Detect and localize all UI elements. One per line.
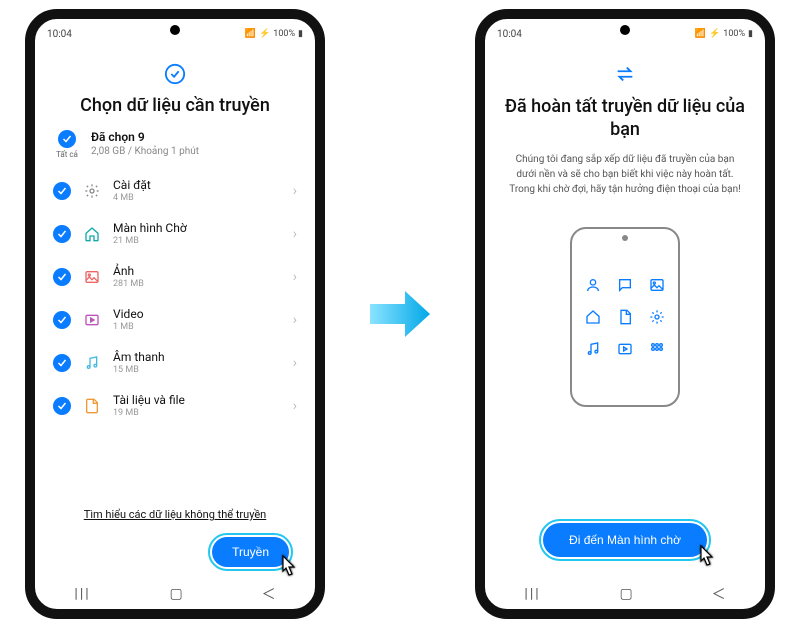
summary-count: Đã chọn 9: [91, 130, 199, 144]
list-item[interactable]: Màn hình Chờ21 MB ›: [53, 212, 297, 255]
chevron-right-icon: ›: [293, 355, 297, 371]
page-title: Đã hoàn tất truyền dữ liệu của bạn: [503, 95, 747, 142]
item-sub: 15 MB: [113, 365, 281, 375]
transfer-button-highlight: Truyền: [208, 533, 293, 571]
page-title: Chọn dữ liệu cần truyền: [53, 95, 297, 116]
video-icon: [83, 311, 101, 329]
goto-button-highlight: Đi đến Màn hình chờ: [539, 519, 711, 561]
chevron-right-icon: ›: [293, 226, 297, 242]
camera-dot: [170, 25, 180, 35]
document-icon: [615, 307, 635, 327]
list-item[interactable]: Âm thanh15 MB ›: [53, 341, 297, 384]
phone-right: 10:04 📶⚡100%▮ Đã hoàn tất truyền dữ liệu…: [475, 9, 775, 619]
item-title: Cài đặt: [113, 178, 281, 192]
transfer-icon: [503, 63, 747, 89]
image-icon: [647, 275, 667, 295]
chevron-right-icon: ›: [293, 183, 297, 199]
list-item[interactable]: Cài đặt4 MB ›: [53, 169, 297, 212]
person-icon: [583, 275, 603, 295]
select-all-label: Tất cả: [56, 150, 78, 159]
status-time: 10:04: [47, 29, 72, 40]
music-icon: [83, 354, 101, 372]
status-icons-right: 📶⚡100%▮: [695, 29, 753, 39]
camera-dot: [620, 25, 630, 35]
music-icon: [583, 339, 603, 359]
chevron-right-icon: ›: [293, 312, 297, 328]
image-icon: [83, 268, 101, 286]
summary-size: 2,08 GB / Khoảng 1 phút: [91, 146, 199, 157]
item-checkbox[interactable]: [53, 268, 71, 286]
status-icons-right: 📶⚡100%▮: [245, 29, 303, 39]
item-checkbox[interactable]: [53, 354, 71, 372]
item-title: Âm thanh: [113, 350, 281, 364]
learn-more-link[interactable]: Tìm hiểu các dữ liệu không thể truyền: [53, 508, 297, 521]
list-item[interactable]: Tài liệu và file19 MB ›: [53, 384, 297, 427]
item-title: Tài liệu và file: [113, 393, 281, 407]
nav-recents[interactable]: |||: [524, 586, 540, 602]
nav-bar: ||| ▢ ＜: [485, 579, 765, 609]
item-sub: 21 MB: [113, 236, 281, 246]
list-item[interactable]: Video1 MB ›: [53, 298, 297, 341]
document-icon: [83, 397, 101, 415]
item-sub: 1 MB: [113, 322, 281, 332]
nav-home[interactable]: ▢: [170, 586, 183, 602]
message-icon: [615, 275, 635, 295]
item-checkbox[interactable]: [53, 182, 71, 200]
item-sub: 19 MB: [113, 408, 281, 418]
phone-left: 10:04 📶⚡100%▮ Chọn dữ liệu cần truyền Tấ…: [25, 9, 325, 619]
chevron-right-icon: ›: [293, 398, 297, 414]
nav-recents[interactable]: |||: [74, 586, 90, 602]
nav-back[interactable]: ＜: [262, 584, 276, 604]
goto-home-button[interactable]: Đi đến Màn hình chờ: [543, 523, 707, 557]
item-checkbox[interactable]: [53, 311, 71, 329]
gear-icon: [647, 307, 667, 327]
item-title: Màn hình Chờ: [113, 221, 281, 235]
list-item[interactable]: Ảnh281 MB ›: [53, 255, 297, 298]
page-description: Chúng tôi đang sắp xếp dữ liệu đã truyền…: [503, 152, 747, 197]
chevron-right-icon: ›: [293, 269, 297, 285]
item-title: Video: [113, 307, 281, 321]
check-circle-icon: [53, 63, 297, 89]
gear-icon: [83, 182, 101, 200]
nav-bar: ||| ▢ ＜: [35, 579, 315, 609]
transfer-button[interactable]: Truyền: [212, 537, 289, 567]
select-all-checkbox[interactable]: [58, 130, 76, 148]
nav-back[interactable]: ＜: [712, 584, 726, 604]
status-time: 10:04: [497, 29, 522, 40]
arrow-right-icon: [365, 279, 435, 349]
home-icon: [83, 225, 101, 243]
apps-icon: [647, 339, 667, 359]
item-checkbox[interactable]: [53, 397, 71, 415]
phone-illustration: [570, 227, 680, 407]
video-icon: [615, 339, 635, 359]
data-list: Cài đặt4 MB › Màn hình Chờ21 MB › Ảnh281…: [53, 169, 297, 500]
select-all-row[interactable]: Tất cả Đã chọn 9 2,08 GB / Khoảng 1 phút: [53, 130, 297, 159]
item-sub: 4 MB: [113, 193, 281, 203]
item-sub: 281 MB: [113, 279, 281, 289]
home-icon: [583, 307, 603, 327]
nav-home[interactable]: ▢: [620, 586, 633, 602]
item-checkbox[interactable]: [53, 225, 71, 243]
item-title: Ảnh: [113, 264, 281, 278]
